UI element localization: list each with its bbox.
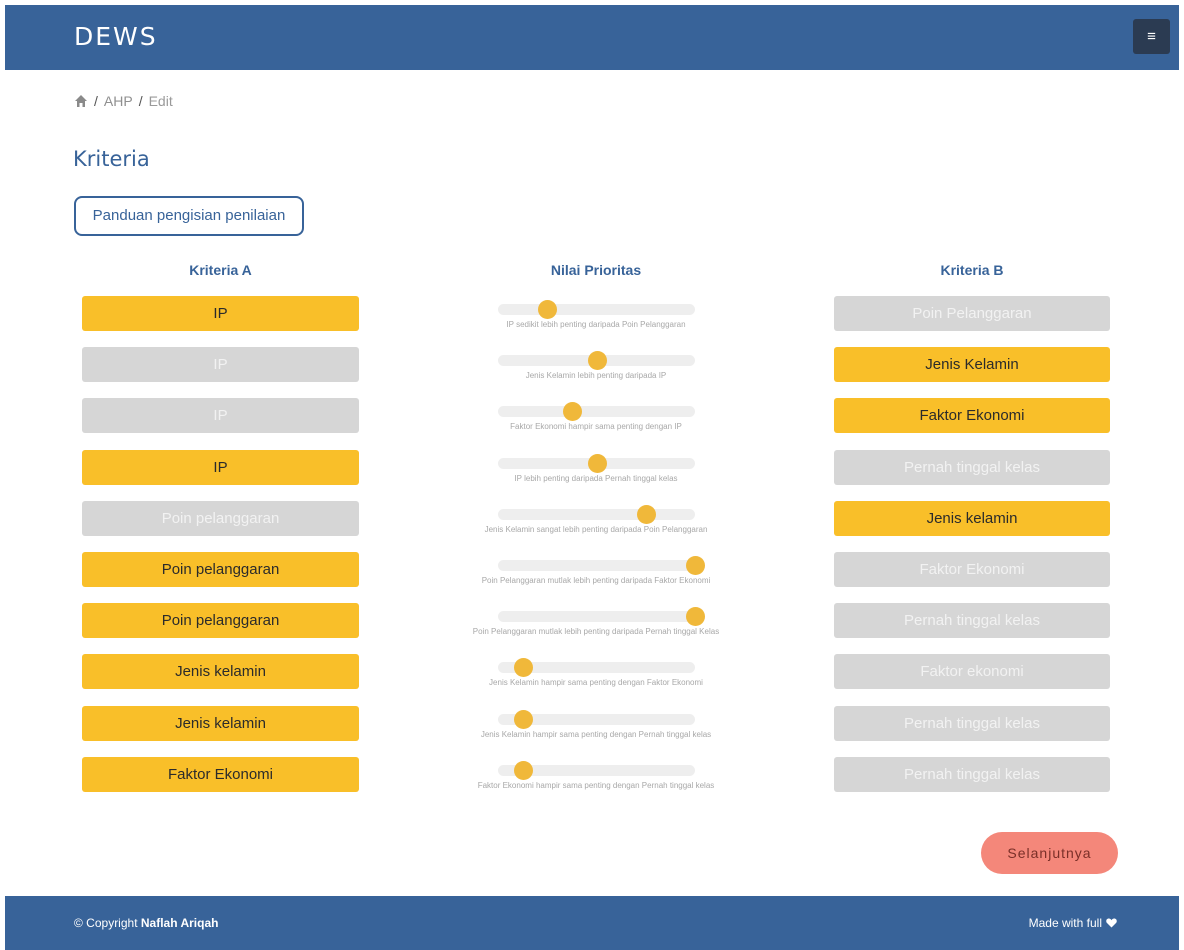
column-header-nilai-prioritas: Nilai Prioritas <box>550 262 642 278</box>
slider-thumb[interactable] <box>513 658 533 677</box>
kriteria-b-option-faktor-ekonomi[interactable]: Faktor ekonomi <box>834 654 1110 689</box>
priority-description: Poin Pelanggaran mutlak lebih penting da… <box>472 627 720 636</box>
priority-slider[interactable] <box>498 710 695 729</box>
priority-description: Jenis Kelamin sangat lebih penting darip… <box>484 525 708 534</box>
priority-slider[interactable] <box>498 658 695 677</box>
menu-toggle-button[interactable]: ≡ <box>1133 19 1170 54</box>
breadcrumb-separator: / <box>94 93 98 109</box>
slider-thumb[interactable] <box>513 710 533 729</box>
kriteria-b-option-pernah-tinggal-kelas[interactable]: Pernah tinggal kelas <box>834 706 1110 741</box>
kriteria-b-option-jenis-kelamin[interactable]: Jenis kelamin <box>834 501 1110 536</box>
priority-slider[interactable] <box>498 454 695 473</box>
kriteria-a-option-faktor-ekonomi[interactable]: Faktor Ekonomi <box>82 757 359 792</box>
copyright-prefix: © Copyright <box>74 916 141 930</box>
page-title: Kriteria <box>73 147 150 171</box>
priority-slider[interactable] <box>498 505 695 524</box>
made-with-text: Made with full <box>1029 916 1117 930</box>
priority-description: Jenis Kelamin hampir sama penting dengan… <box>489 678 703 687</box>
kriteria-a-option-jenis-kelamin[interactable]: Jenis kelamin <box>82 706 359 741</box>
breadcrumb-separator: / <box>138 93 143 109</box>
copyright-author: Naflah Ariqah <box>140 916 219 930</box>
next-button[interactable]: Selanjutnya <box>981 832 1118 874</box>
priority-slider[interactable] <box>498 607 705 626</box>
kriteria-a-option-ip[interactable]: IP <box>82 450 359 485</box>
hamburger-icon: ≡ <box>1147 28 1156 45</box>
priority-description: Jenis Kelamin hampir sama penting dengan… <box>480 730 712 739</box>
kriteria-a-option-ip[interactable]: IP <box>82 398 359 433</box>
priority-description: IP lebih penting daripada Pernah tinggal… <box>514 474 678 483</box>
slider-thumb[interactable] <box>686 556 705 575</box>
kriteria-b-option-pernah-tinggal-kelas[interactable]: Pernah tinggal kelas <box>834 450 1110 485</box>
guide-button[interactable]: Panduan pengisian penilaian <box>74 196 304 236</box>
breadcrumb: / AHP / Edit <box>74 91 173 111</box>
kriteria-a-option-ip[interactable]: IP <box>82 347 359 382</box>
copyright-text: © Copyright Naflah Ariqah <box>74 916 218 930</box>
kriteria-a-option-jenis-kelamin[interactable]: Jenis kelamin <box>82 654 359 689</box>
slider-thumb[interactable] <box>636 505 656 524</box>
top-navbar: DEWS ≡ <box>5 5 1179 70</box>
kriteria-b-option-pernah-tinggal-kelas[interactable]: Pernah tinggal kelas <box>834 757 1110 792</box>
priority-slider[interactable] <box>498 761 695 780</box>
priority-slider[interactable] <box>498 556 705 575</box>
kriteria-a-option-poin-pelanggaran[interactable]: Poin pelanggaran <box>82 603 359 638</box>
column-header-kriteria-a: Kriteria A <box>189 262 252 278</box>
kriteria-a-option-poin-pelanggaran[interactable]: Poin pelanggaran <box>82 501 359 536</box>
priority-slider[interactable] <box>498 300 695 319</box>
kriteria-b-option-pernah-tinggal-kelas[interactable]: Pernah tinggal kelas <box>834 603 1110 638</box>
priority-description: Faktor Ekonomi hampir sama penting denga… <box>477 781 715 790</box>
kriteria-b-option-poin-pelanggaran[interactable]: Poin Pelanggaran <box>834 296 1110 331</box>
slider-thumb[interactable] <box>686 607 705 626</box>
priority-description: Jenis Kelamin lebih penting daripada IP <box>525 371 667 380</box>
priority-slider[interactable] <box>498 402 695 421</box>
made-with-label: Made with full <box>1028 916 1102 930</box>
kriteria-a-option-ip[interactable]: IP <box>82 296 359 331</box>
brand-logo[interactable]: DEWS <box>74 22 158 51</box>
home-icon[interactable] <box>74 94 88 108</box>
kriteria-b-option-jenis-kelamin[interactable]: Jenis Kelamin <box>834 347 1110 382</box>
slider-thumb[interactable] <box>587 454 607 473</box>
heart-icon <box>1106 918 1117 928</box>
priority-description: Faktor Ekonomi hampir sama penting denga… <box>510 422 682 431</box>
breadcrumb-item-edit: Edit <box>148 93 173 109</box>
priority-slider[interactable] <box>498 351 695 370</box>
priority-description: IP sedikit lebih penting daripada Poin P… <box>506 320 686 329</box>
footer: © Copyright Naflah Ariqah Made with full <box>5 896 1179 950</box>
priority-description: Poin Pelanggaran mutlak lebih penting da… <box>481 576 711 585</box>
slider-thumb[interactable] <box>513 761 533 780</box>
slider-thumb[interactable] <box>562 402 582 421</box>
slider-thumb[interactable] <box>538 300 558 319</box>
kriteria-a-option-poin-pelanggaran[interactable]: Poin pelanggaran <box>82 552 359 587</box>
kriteria-b-option-faktor-ekonomi[interactable]: Faktor Ekonomi <box>834 552 1110 587</box>
column-header-kriteria-b: Kriteria B <box>940 262 1004 278</box>
breadcrumb-item-ahp[interactable]: AHP <box>104 93 133 109</box>
kriteria-b-option-faktor-ekonomi[interactable]: Faktor Ekonomi <box>834 398 1110 433</box>
slider-thumb[interactable] <box>587 351 607 370</box>
